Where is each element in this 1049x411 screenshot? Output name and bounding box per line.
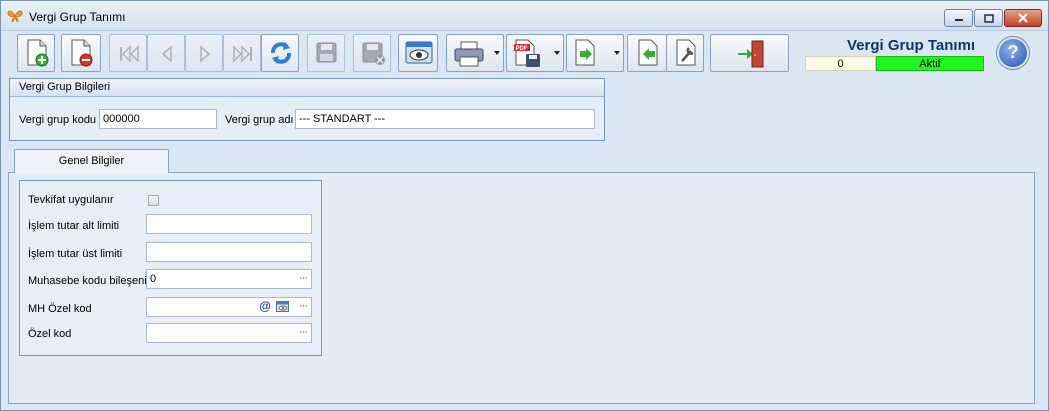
wrench-document-icon (676, 39, 696, 66)
max-amount-field[interactable] (146, 242, 312, 262)
save-icon (316, 42, 337, 63)
group-info-title: Vergi Grup Bilgileri (10, 79, 604, 97)
refresh-icon (271, 42, 291, 64)
chevron-down-icon (614, 51, 620, 55)
group-code-field[interactable]: 000000 (99, 109, 217, 129)
accounting-code-value: 0 (150, 273, 157, 285)
svg-text:PDF: PDF (516, 46, 528, 52)
accounting-code-label: Muhasebe kodu bileşeni (28, 275, 147, 287)
view-list-icon[interactable] (276, 301, 290, 313)
close-icon (1018, 13, 1028, 23)
min-amount-label: İşlem tutar alt limiti (28, 220, 120, 232)
minimize-button[interactable] (944, 9, 973, 27)
first-record-button[interactable] (109, 34, 147, 72)
delete-record-button[interactable] (61, 34, 101, 72)
accounting-code-field[interactable]: 0 ··· (146, 269, 312, 289)
last-icon (233, 45, 252, 63)
cancel-save-button[interactable] (353, 34, 391, 72)
export-button[interactable] (566, 34, 624, 72)
previous-icon (161, 45, 172, 63)
next-icon (200, 45, 211, 63)
pdf-export-button[interactable]: PDF (506, 34, 564, 72)
ellipsis-icon[interactable]: ··· (299, 323, 308, 341)
refresh-button[interactable] (261, 34, 299, 72)
pdf-save-icon: PDF (514, 39, 540, 67)
main-window: Vergi Grup Tanımı PDF Vergi Grup Tanımı … (0, 0, 1049, 411)
print-button[interactable] (446, 34, 504, 72)
delete-document-icon (71, 39, 93, 67)
ellipsis-icon[interactable]: ··· (299, 297, 308, 315)
mh-special-code-field[interactable]: @ ··· (146, 297, 312, 317)
butterfly-icon (7, 10, 23, 22)
maximize-button[interactable] (974, 9, 1003, 27)
minimize-icon (954, 19, 963, 21)
mh-special-code-label: MH Özel kod (28, 303, 92, 315)
import-icon (638, 39, 658, 66)
form-title: Vergi Grup Tanımı (847, 37, 976, 54)
withholding-label: Tevkifat uygulanır (28, 194, 114, 206)
title-bar: Vergi Grup Tanımı (1, 1, 1048, 31)
withholding-checkbox[interactable] (148, 195, 159, 206)
help-button[interactable]: ? (997, 37, 1029, 69)
export-icon (575, 39, 595, 66)
group-name-label: Vergi grup adı (225, 114, 294, 126)
chevron-down-icon (554, 51, 560, 55)
exit-door-icon (738, 40, 764, 68)
first-icon (120, 45, 139, 63)
new-document-icon (27, 39, 49, 67)
close-button[interactable] (1004, 9, 1042, 27)
preview-icon (405, 41, 433, 64)
last-record-button[interactable] (223, 34, 261, 72)
group-name-field[interactable]: --- STANDART --- (295, 109, 595, 129)
group-code-label: Vergi grup kodu (19, 114, 97, 126)
special-code-field[interactable]: ··· (146, 323, 312, 343)
new-record-button[interactable] (17, 34, 55, 72)
maximize-icon (983, 13, 994, 23)
tab-general[interactable]: Genel Bilgiler (14, 149, 169, 173)
save-button[interactable] (307, 34, 345, 72)
help-icon: ? (1007, 42, 1019, 62)
at-icon[interactable]: @ (259, 297, 271, 315)
record-counter: 0 (805, 56, 876, 71)
previous-record-button[interactable] (147, 34, 185, 72)
min-amount-field[interactable] (146, 214, 312, 234)
exit-button[interactable] (710, 34, 789, 72)
max-amount-label: İşlem tutar üst limiti (28, 248, 123, 260)
chevron-down-icon (494, 51, 500, 55)
printer-icon (454, 41, 484, 67)
ellipsis-icon[interactable]: ··· (299, 269, 308, 287)
cancel-save-icon (362, 42, 385, 65)
settings-button[interactable] (666, 34, 704, 72)
status-badge: Aktif (876, 56, 984, 71)
next-record-button[interactable] (185, 34, 223, 72)
preview-button[interactable] (398, 34, 438, 72)
special-code-label: Özel kod (28, 328, 72, 340)
import-button[interactable] (627, 34, 667, 72)
window-title: Vergi Grup Tanımı (29, 10, 126, 24)
